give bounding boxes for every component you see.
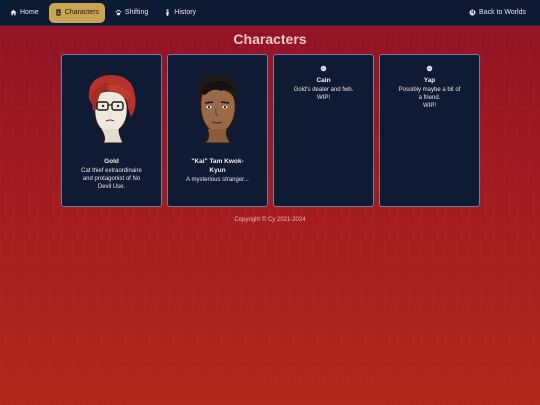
description-line: Possibly maybe a bit of bbox=[398, 87, 461, 93]
placeholder-icon bbox=[320, 65, 327, 72]
character-card-kai[interactable]: "Kai" Tam Kwok- Kyun A mysterious strang… bbox=[167, 54, 268, 207]
portrait-kai bbox=[196, 75, 239, 143]
character-card-gold[interactable]: Gold Cat thief extraordinaire and protag… bbox=[61, 54, 162, 207]
name-line: "Kai" Tam Kwok- bbox=[191, 158, 244, 165]
character-description: Gold's dealer and fwb. WIP! bbox=[294, 86, 354, 102]
globe-icon bbox=[469, 9, 476, 16]
character-description: Cat thief extraordinaire and protagonist… bbox=[81, 167, 142, 191]
description-line: Gold's dealer and fwb. bbox=[293, 87, 354, 93]
character-cards: Gold Cat thief extraordinaire and protag… bbox=[61, 54, 480, 207]
character-name: "Kai" Tam Kwok- Kyun bbox=[191, 157, 243, 175]
description-line: and protagonist of No bbox=[82, 176, 141, 182]
placeholder-icon bbox=[426, 65, 433, 72]
nav-shifting[interactable]: Shifting bbox=[109, 3, 154, 23]
description-line: WIP! bbox=[422, 103, 436, 109]
name-line: Kyun bbox=[209, 167, 226, 174]
footer-copyright: Copyright © Cy 2021-2024 bbox=[234, 217, 306, 223]
paw-icon bbox=[115, 9, 122, 16]
character-description: Possibly maybe a bit of a friend. WIP! bbox=[399, 86, 461, 110]
back-to-worlds-link[interactable]: Back to Worlds bbox=[463, 3, 532, 23]
id-card-icon bbox=[56, 9, 61, 16]
character-name: Gold bbox=[104, 158, 119, 165]
character-card-yap[interactable]: Yap Possibly maybe a bit of a friend. WI… bbox=[379, 54, 480, 207]
back-to-worlds-label: Back to Worlds bbox=[479, 9, 526, 16]
nav-history[interactable]: History bbox=[158, 3, 202, 23]
description-line: Devil Use. bbox=[97, 184, 126, 190]
nav-home-label: Home bbox=[20, 9, 39, 16]
description-line: a friend. bbox=[418, 95, 441, 101]
nav-history-label: History bbox=[174, 9, 197, 16]
character-description: A mysterious stranger... bbox=[186, 176, 249, 184]
person-icon bbox=[166, 9, 170, 16]
description-line: A mysterious stranger... bbox=[186, 177, 249, 183]
character-name: Cain bbox=[316, 77, 331, 84]
nav-characters-label: Characters bbox=[64, 9, 99, 16]
nav-shifting-label: Shifting bbox=[124, 9, 149, 16]
nav-characters[interactable]: Characters bbox=[48, 2, 105, 23]
character-name: Yap bbox=[423, 77, 436, 84]
character-card-cain[interactable]: Cain Gold's dealer and fwb. WIP! bbox=[273, 54, 374, 207]
home-icon bbox=[10, 9, 17, 16]
description-line: WIP! bbox=[316, 95, 330, 101]
description-line: Cat thief extraordinaire bbox=[81, 168, 142, 174]
nav-home[interactable]: Home bbox=[4, 3, 45, 23]
portrait-gold bbox=[88, 74, 135, 143]
page-title: Characters bbox=[233, 31, 307, 47]
top-navbar: Home Characters Shifting History Back to… bbox=[0, 0, 540, 26]
